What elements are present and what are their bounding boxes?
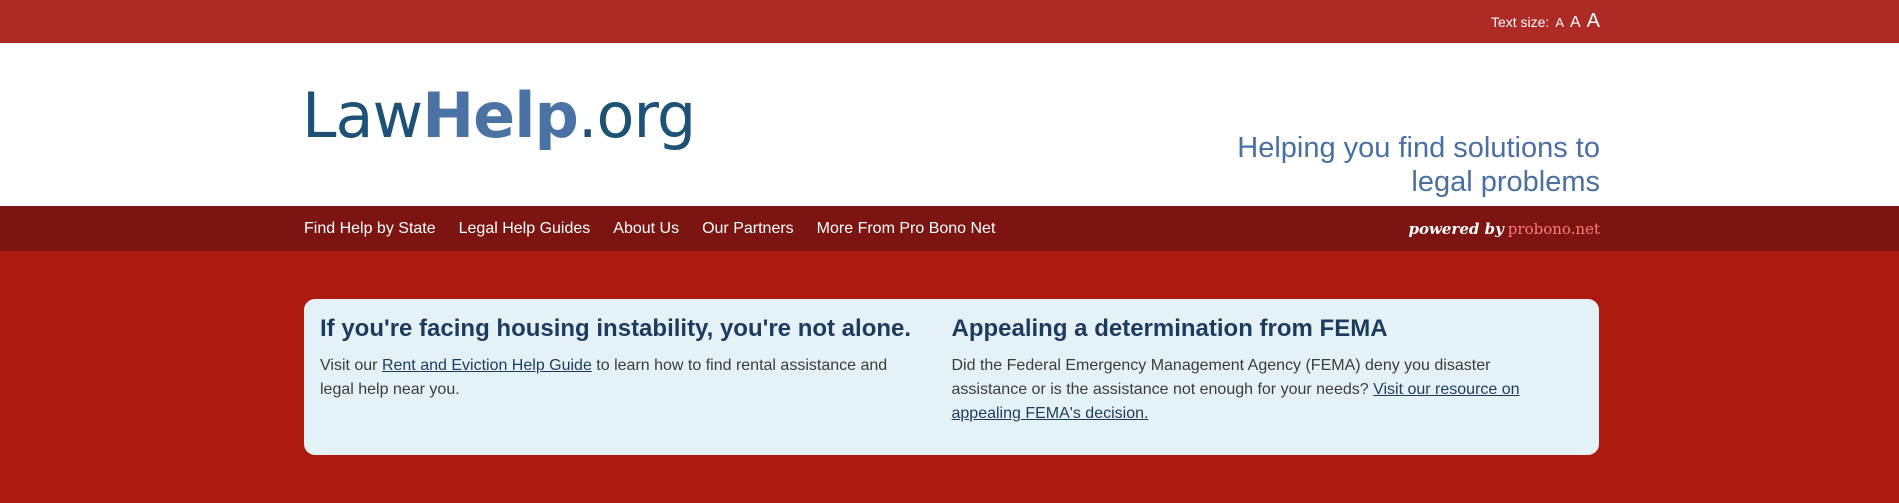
- housing-alert-text: Visit our Rent and Eviction Help Guide t…: [320, 354, 912, 402]
- alert-card: If you're facing housing instability, yo…: [304, 299, 1599, 455]
- housing-alert: If you're facing housing instability, yo…: [320, 314, 952, 440]
- text-size-medium-button[interactable]: A: [1570, 14, 1581, 32]
- utility-bar: Text size: A A A: [0, 0, 1899, 43]
- logo-text-law: Law: [302, 79, 423, 152]
- site-logo[interactable]: LawHelp.org: [302, 85, 696, 147]
- logo-text-help: Help: [422, 79, 579, 152]
- fema-alert-title: Appealing a determination from FEMA: [951, 315, 1388, 342]
- site-tagline: Helping you find solutions to legal prob…: [1237, 132, 1600, 198]
- rent-eviction-guide-link[interactable]: Rent and Eviction Help Guide: [382, 357, 592, 374]
- logo-text-org: .org: [577, 79, 696, 152]
- text-size-large-button[interactable]: A: [1587, 10, 1600, 33]
- nav-legal-help-guides[interactable]: Legal Help Guides: [459, 220, 591, 238]
- nav-about-us[interactable]: About Us: [613, 220, 679, 238]
- powered-by-link[interactable]: powered by probono.net: [1408, 220, 1600, 238]
- text-size-label: Text size:: [1490, 14, 1550, 30]
- housing-alert-text-before: Visit our: [320, 357, 382, 374]
- fema-alert: Appealing a determination from FEMA Did …: [952, 314, 1584, 440]
- housing-alert-title: If you're facing housing instability, yo…: [320, 315, 912, 342]
- fema-alert-text: Did the Federal Emergency Management Age…: [952, 354, 1544, 426]
- probono-brand: probono.net: [1507, 219, 1600, 238]
- nav-find-help-by-state[interactable]: Find Help by State: [304, 220, 436, 238]
- nav-our-partners[interactable]: Our Partners: [702, 220, 794, 238]
- powered-by-label: powered by: [1408, 219, 1504, 238]
- nav-menu: Find Help by State Legal Help Guides Abo…: [304, 220, 995, 238]
- main-nav: Find Help by State Legal Help Guides Abo…: [0, 206, 1899, 251]
- text-size-control: Text size: A A A: [1491, 10, 1600, 33]
- site-header: LawHelp.org Helping you find solutions t…: [0, 43, 1899, 206]
- nav-more-from-pro-bono-net[interactable]: More From Pro Bono Net: [817, 220, 996, 238]
- text-size-small-button[interactable]: A: [1555, 15, 1564, 30]
